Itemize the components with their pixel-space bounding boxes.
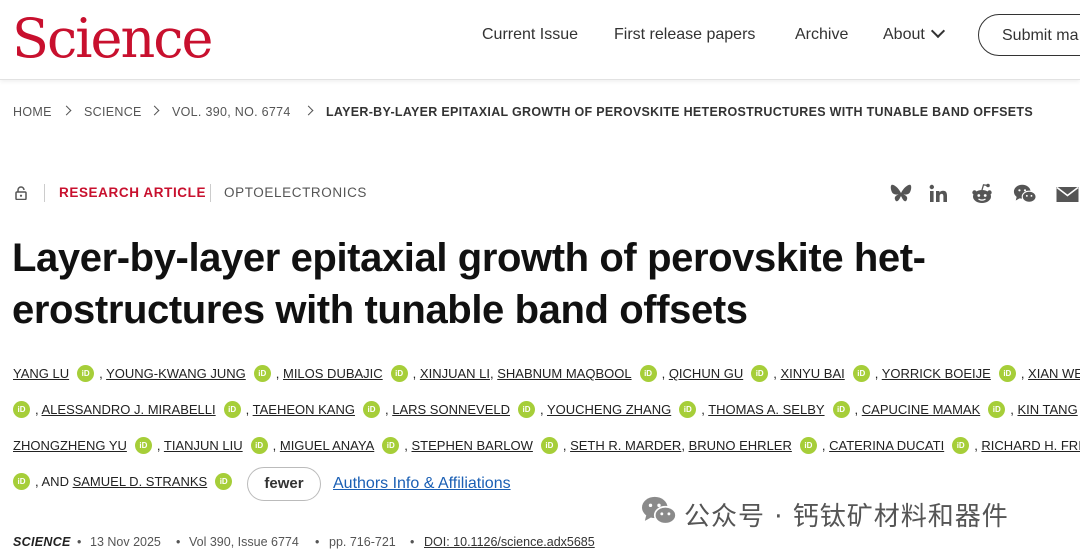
author-link[interactable]: TAEHEON KANG (253, 402, 355, 417)
bullet: • (176, 535, 181, 549)
chevron-right-icon (303, 105, 314, 116)
author-link[interactable]: KIN TANG (1017, 402, 1077, 417)
author-row-3: ZHONGZHENG YU iD, TIANJUN LIU iD, MIGUEL A… (13, 437, 1080, 460)
submit-manuscript-button[interactable]: Submit ma (978, 14, 1080, 56)
author-link[interactable]: YOUNG-KWANG JUNG (106, 366, 246, 381)
author-link[interactable]: BRUNO EHRLER (689, 438, 792, 453)
nav-archive[interactable]: Archive (795, 26, 848, 44)
email-icon[interactable] (1055, 182, 1080, 206)
author-link[interactable]: ZHONGZHENG YU (13, 438, 127, 453)
orcid-icon[interactable]: iD (832, 401, 850, 419)
linkedin-icon[interactable] (927, 182, 951, 206)
orcid-icon[interactable]: iD (13, 473, 30, 491)
author-link[interactable]: SHABNUM MAQBOOL (497, 366, 631, 381)
author-link[interactable]: CAPUCINE MAMAK (862, 402, 980, 417)
breadcrumb-volume[interactable]: VOL. 390, NO. 6774 (172, 105, 291, 119)
bluesky-icon[interactable] (889, 182, 913, 206)
and-label: , AND (35, 474, 69, 489)
orcid-icon[interactable]: iD (517, 401, 535, 419)
orcid-icon[interactable]: iD (77, 365, 95, 383)
article-title-line-1: Layer-by-layer epitaxial growth of perov… (12, 236, 926, 280)
article-title-line-2: erostructures with tunable band offsets (12, 288, 748, 332)
reddit-icon[interactable] (970, 182, 994, 206)
author-row-2: iD, ALESSANDRO J. MIRABELLI iD, TAEHEON K… (13, 401, 1080, 424)
nav-current-issue[interactable]: Current Issue (482, 26, 578, 44)
author-link[interactable]: QICHUN GU (669, 366, 743, 381)
bullet: • (77, 535, 82, 549)
author-link[interactable]: ALESSANDRO J. MIRABELLI (42, 402, 216, 417)
orcid-icon[interactable]: iD (639, 365, 657, 383)
author-link[interactable]: YOUCHENG ZHANG (547, 402, 671, 417)
doi-link[interactable]: DOI: 10.1126/science.adx5685 (424, 535, 595, 549)
nav-first-release[interactable]: First release papers (614, 26, 755, 44)
wechat-icon[interactable] (1013, 182, 1037, 206)
orcid-icon[interactable]: iD (382, 437, 400, 455)
orcid-icon[interactable]: iD (13, 401, 30, 419)
author-row-1: YANG LU iD, YOUNG-KWANG JUNG iD, MILOS DUB… (13, 365, 1080, 388)
bullet: • (315, 535, 320, 549)
orcid-icon[interactable]: iD (215, 473, 233, 491)
orcid-icon[interactable]: iD (998, 365, 1016, 383)
author-link[interactable]: YORRICK BOEIJE (882, 366, 991, 381)
lock-open-icon (15, 186, 27, 200)
author-link[interactable]: LARS SONNEVELD (392, 402, 510, 417)
orcid-icon[interactable]: iD (390, 365, 408, 383)
wechat-icon (642, 496, 677, 525)
author-link[interactable]: XINYU BAI (780, 366, 844, 381)
author-link[interactable]: MILOS DUBAJIC (283, 366, 383, 381)
author-link[interactable]: XIAN WEI CHUA (1028, 366, 1080, 381)
publication-date: 13 Nov 2025 (90, 535, 161, 549)
article-subject[interactable]: OPTOELECTRONICS (224, 185, 367, 200)
orcid-icon[interactable]: iD (253, 365, 271, 383)
authors-info-affiliations-link[interactable]: Authors Info & Affiliations (333, 475, 511, 493)
orcid-icon[interactable]: iD (799, 437, 817, 455)
orcid-icon[interactable]: iD (362, 401, 380, 419)
chevron-down-icon (930, 23, 945, 39)
chevron-right-icon (149, 105, 160, 116)
orcid-icon[interactable]: iD (751, 365, 769, 383)
orcid-icon[interactable]: iD (540, 437, 558, 455)
divider (210, 184, 211, 202)
author-link[interactable]: STEPHEN BARLOW (412, 438, 533, 453)
orcid-icon[interactable]: iD (134, 437, 152, 455)
author-link[interactable]: SAMUEL D. STRANKS (73, 474, 208, 489)
author-link[interactable]: THOMAS A. SELBY (708, 402, 824, 417)
orcid-icon[interactable]: iD (223, 401, 241, 419)
article-title: Layer-by-layer epitaxial growth of perov… (12, 232, 1012, 336)
science-logo[interactable]: Science (12, 4, 213, 74)
page-range: pp. 716-721 (329, 535, 396, 549)
bullet: • (410, 535, 415, 549)
author-link[interactable]: XINJUAN LI (420, 366, 490, 381)
author-link[interactable]: YANG LU (13, 366, 69, 381)
author-link[interactable]: MIGUEL ANAYA (280, 438, 374, 453)
orcid-icon[interactable]: iD (679, 401, 697, 419)
article-type[interactable]: RESEARCH ARTICLE (59, 185, 206, 200)
watermark-text: 公众号 · 钙钛矿材料和器件 (684, 502, 1009, 532)
orcid-icon[interactable]: iD (988, 401, 1006, 419)
site-header: Science Current Issue First release pape… (0, 0, 1080, 80)
breadcrumb-current: LAYER-BY-LAYER EPITAXIAL GROWTH OF PEROV… (326, 105, 1033, 119)
nav-about[interactable]: About (883, 23, 945, 44)
author-link[interactable]: TIANJUN LIU (164, 438, 243, 453)
author-link[interactable]: SETH R. MARDER (570, 438, 681, 453)
orcid-icon[interactable]: iD (852, 365, 870, 383)
nav-about-label: About (883, 26, 925, 43)
journal-name: SCIENCE (13, 535, 71, 549)
issue-info: Vol 390, Issue 6774 (189, 535, 299, 549)
divider (44, 184, 45, 202)
fewer-authors-button[interactable]: fewer (247, 467, 321, 501)
author-link[interactable]: CATERINA DUCATI (829, 438, 944, 453)
chevron-right-icon (61, 105, 72, 116)
orcid-icon[interactable]: iD (250, 437, 268, 455)
author-link[interactable]: RICHARD H. FRIEND (981, 438, 1080, 453)
breadcrumb-home[interactable]: HOME (13, 105, 52, 119)
orcid-icon[interactable]: iD (952, 437, 970, 455)
breadcrumb-science[interactable]: SCIENCE (84, 105, 142, 119)
author-row-4: iD , AND SAMUEL D. STRANKS iD (13, 473, 237, 496)
